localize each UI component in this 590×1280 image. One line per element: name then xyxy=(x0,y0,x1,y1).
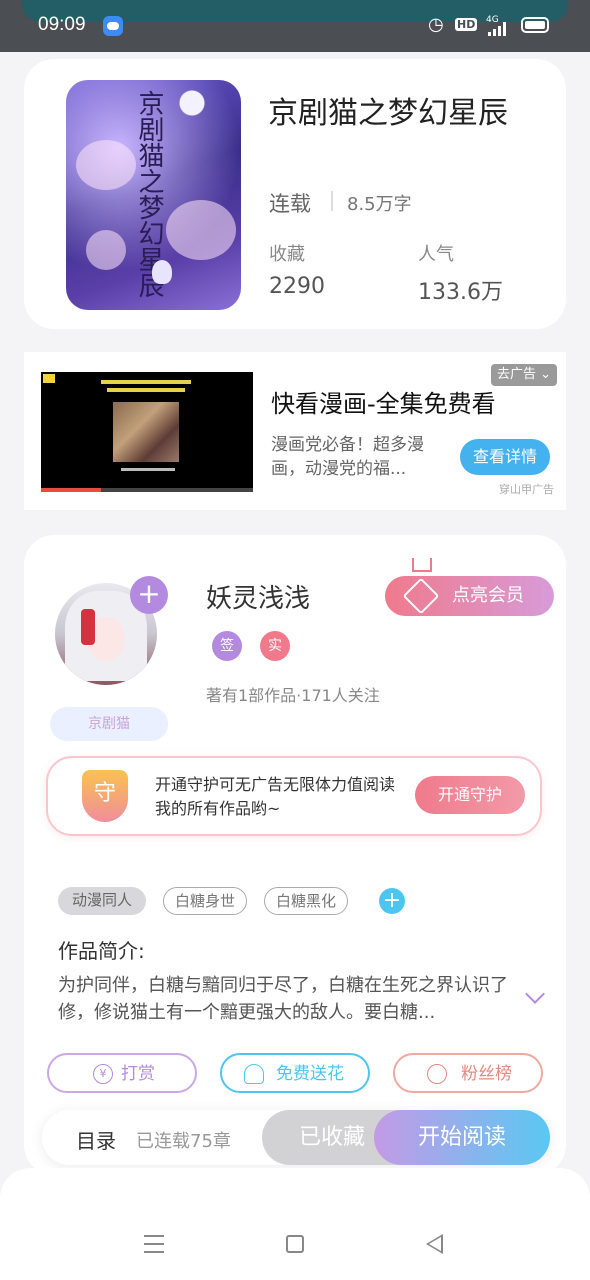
catalog-button[interactable]: 目录 xyxy=(76,1125,116,1154)
ad-image[interactable] xyxy=(41,372,253,492)
ad-source-label: 穿山甲广告 xyxy=(499,483,554,496)
alarm-icon: ◷ xyxy=(428,14,444,35)
author-tag: 京剧猫 xyxy=(50,707,168,741)
genre-tag[interactable]: 白糖身世 xyxy=(163,887,247,915)
divider xyxy=(331,191,333,211)
author-name[interactable]: 妖灵浅浅 xyxy=(206,578,310,615)
start-reading-button[interactable]: 开始阅读 xyxy=(374,1110,550,1165)
home-icon[interactable] xyxy=(286,1235,304,1253)
free-flower-label: 免费送花 xyxy=(276,1064,344,1084)
clock: 09:09 xyxy=(38,14,86,35)
back-icon[interactable] xyxy=(426,1234,443,1254)
crown-icon xyxy=(412,558,432,572)
book-cover[interactable]: 京剧猫之梦幻星辰 xyxy=(66,80,241,310)
free-flower-button[interactable]: 免费送花 xyxy=(220,1053,370,1093)
system-nav-bar xyxy=(0,1168,590,1280)
cover-cat-figure xyxy=(152,260,172,284)
intro-body: 为护同伴，白糖与黯同归于尽了，白糖在生死之界认识了修，修说猫土有一个黯更强大的敌… xyxy=(58,975,508,1023)
popularity-label: 人气 xyxy=(418,244,454,265)
signed-badge: 签 xyxy=(212,631,242,661)
battery-icon xyxy=(521,17,549,33)
remove-ad-button[interactable]: 去广告 ⌄ xyxy=(491,364,558,386)
add-tag-button[interactable]: + xyxy=(379,888,405,914)
favorites-value: 2290 xyxy=(269,274,325,299)
ad-description: 漫画党必备！超多漫画，动漫党的福... xyxy=(271,435,424,479)
author-meta: 著有1部作品·171人关注 xyxy=(206,686,380,705)
hd-icon: HD xyxy=(455,18,478,31)
fans-rank-label: 粉丝榜 xyxy=(461,1064,512,1084)
genre-tag[interactable]: 白糖黑化 xyxy=(264,887,348,915)
verified-badge: 实 xyxy=(260,631,290,661)
serial-status: 连载 xyxy=(269,192,311,216)
reward-label: 打赏 xyxy=(121,1064,155,1084)
shield-icon: 守 xyxy=(82,770,128,822)
reward-button[interactable]: ¥ 打赏 xyxy=(47,1053,197,1093)
book-title: 京剧猫之梦幻星辰 xyxy=(268,96,508,131)
popularity-value: 133.6万 xyxy=(418,280,503,305)
fans-rank-button[interactable]: 粉丝榜 xyxy=(393,1053,543,1093)
follow-plus-button[interactable]: + xyxy=(130,576,168,614)
ad-comic-thumbnail xyxy=(113,402,179,462)
chat-app-icon xyxy=(103,16,123,36)
chapter-count[interactable]: 已连载75章 xyxy=(136,1127,231,1153)
user-heart-icon xyxy=(427,1064,447,1084)
ad-logo-icon xyxy=(43,374,55,383)
ad-video-progress xyxy=(41,488,253,492)
guard-text: 开通守护可无广告无限体力值阅读我的所有作品哟~ xyxy=(155,775,396,818)
ad-title: 快看漫画-全集免费看 xyxy=(271,390,496,418)
menu-icon[interactable] xyxy=(144,1235,164,1253)
genre-tag[interactable]: 动漫同人 xyxy=(58,887,146,915)
flower-icon xyxy=(244,1064,264,1084)
intro-heading: 作品简介: xyxy=(58,939,145,963)
signal-icon xyxy=(488,22,512,36)
word-count: 8.5万字 xyxy=(347,194,412,215)
ad-details-button[interactable]: 查看详情 xyxy=(460,439,550,475)
favorites-label: 收藏 xyxy=(269,244,305,265)
open-guard-button[interactable]: 开通守护 xyxy=(415,776,525,814)
yuan-icon: ¥ xyxy=(93,1064,113,1084)
